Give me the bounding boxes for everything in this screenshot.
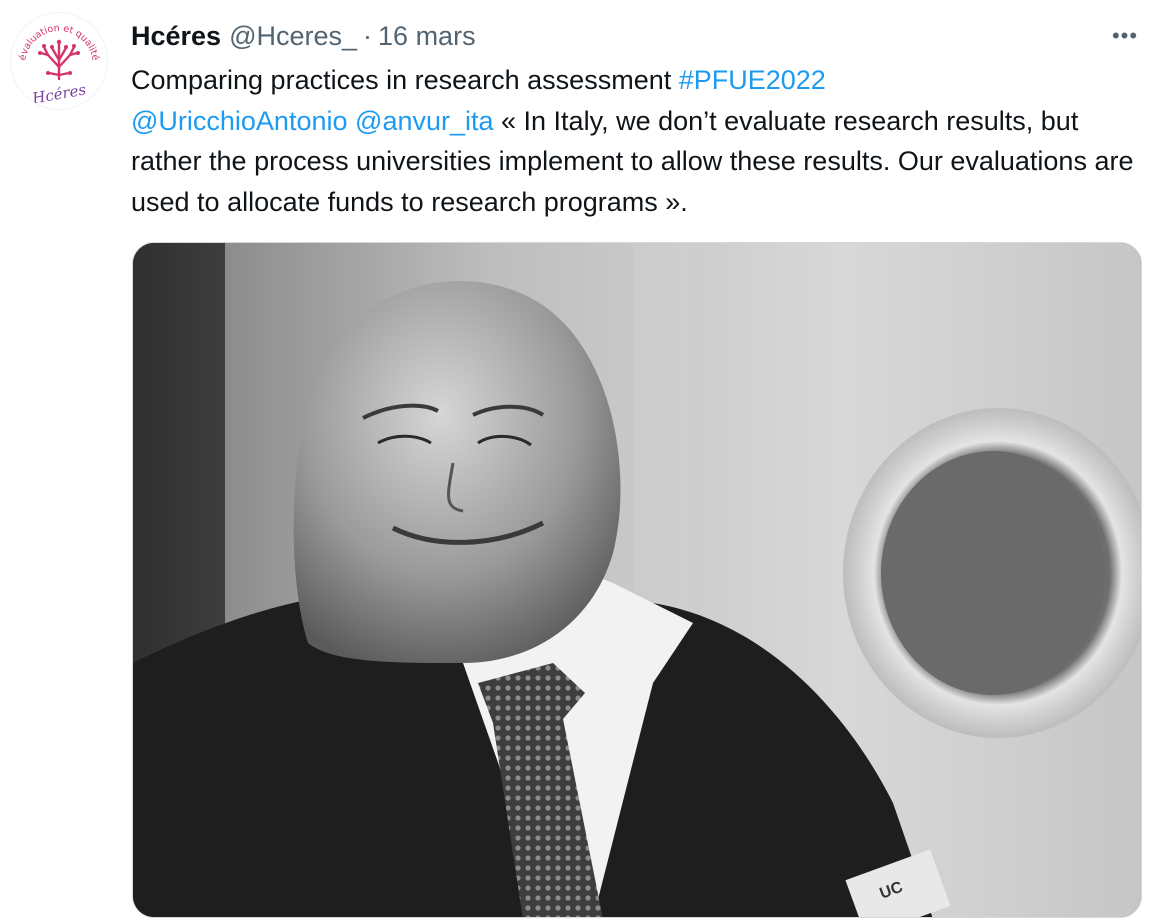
tweet-text: Comparing practices in research assessme… [131, 60, 1136, 222]
logo-wordmark: Hcéres [30, 80, 88, 107]
tweet[interactable]: évaluation et qualité Hcéres Hcéres @Hce… [0, 0, 1159, 924]
header-separator: · [363, 20, 373, 51]
hceres-logo: évaluation et qualité Hcéres [17, 23, 100, 108]
tweet-date[interactable]: 16 mars [378, 21, 476, 52]
mention-link-anvur[interactable]: @anvur_ita [355, 106, 493, 136]
author-avatar[interactable]: évaluation et qualité Hcéres [10, 12, 108, 110]
author-handle[interactable]: @Hceres_ [229, 21, 357, 52]
more-options-icon[interactable]: ••• [1105, 18, 1145, 54]
photo-illustration: UC [133, 243, 1141, 917]
author-display-name[interactable]: Hcéres [131, 21, 221, 52]
mention-space [348, 106, 356, 136]
tweet-header: Hcéres @Hceres_ · 16 mars [131, 18, 476, 54]
tweet-photo[interactable]: UC [132, 242, 1142, 918]
tweet-text-intro: Comparing practices in research assessme… [131, 65, 679, 95]
hashtag-link[interactable]: #PFUE2022 [679, 65, 826, 95]
mention-link-uricchio[interactable]: @UricchioAntonio [131, 106, 348, 136]
man-head [293, 280, 621, 663]
